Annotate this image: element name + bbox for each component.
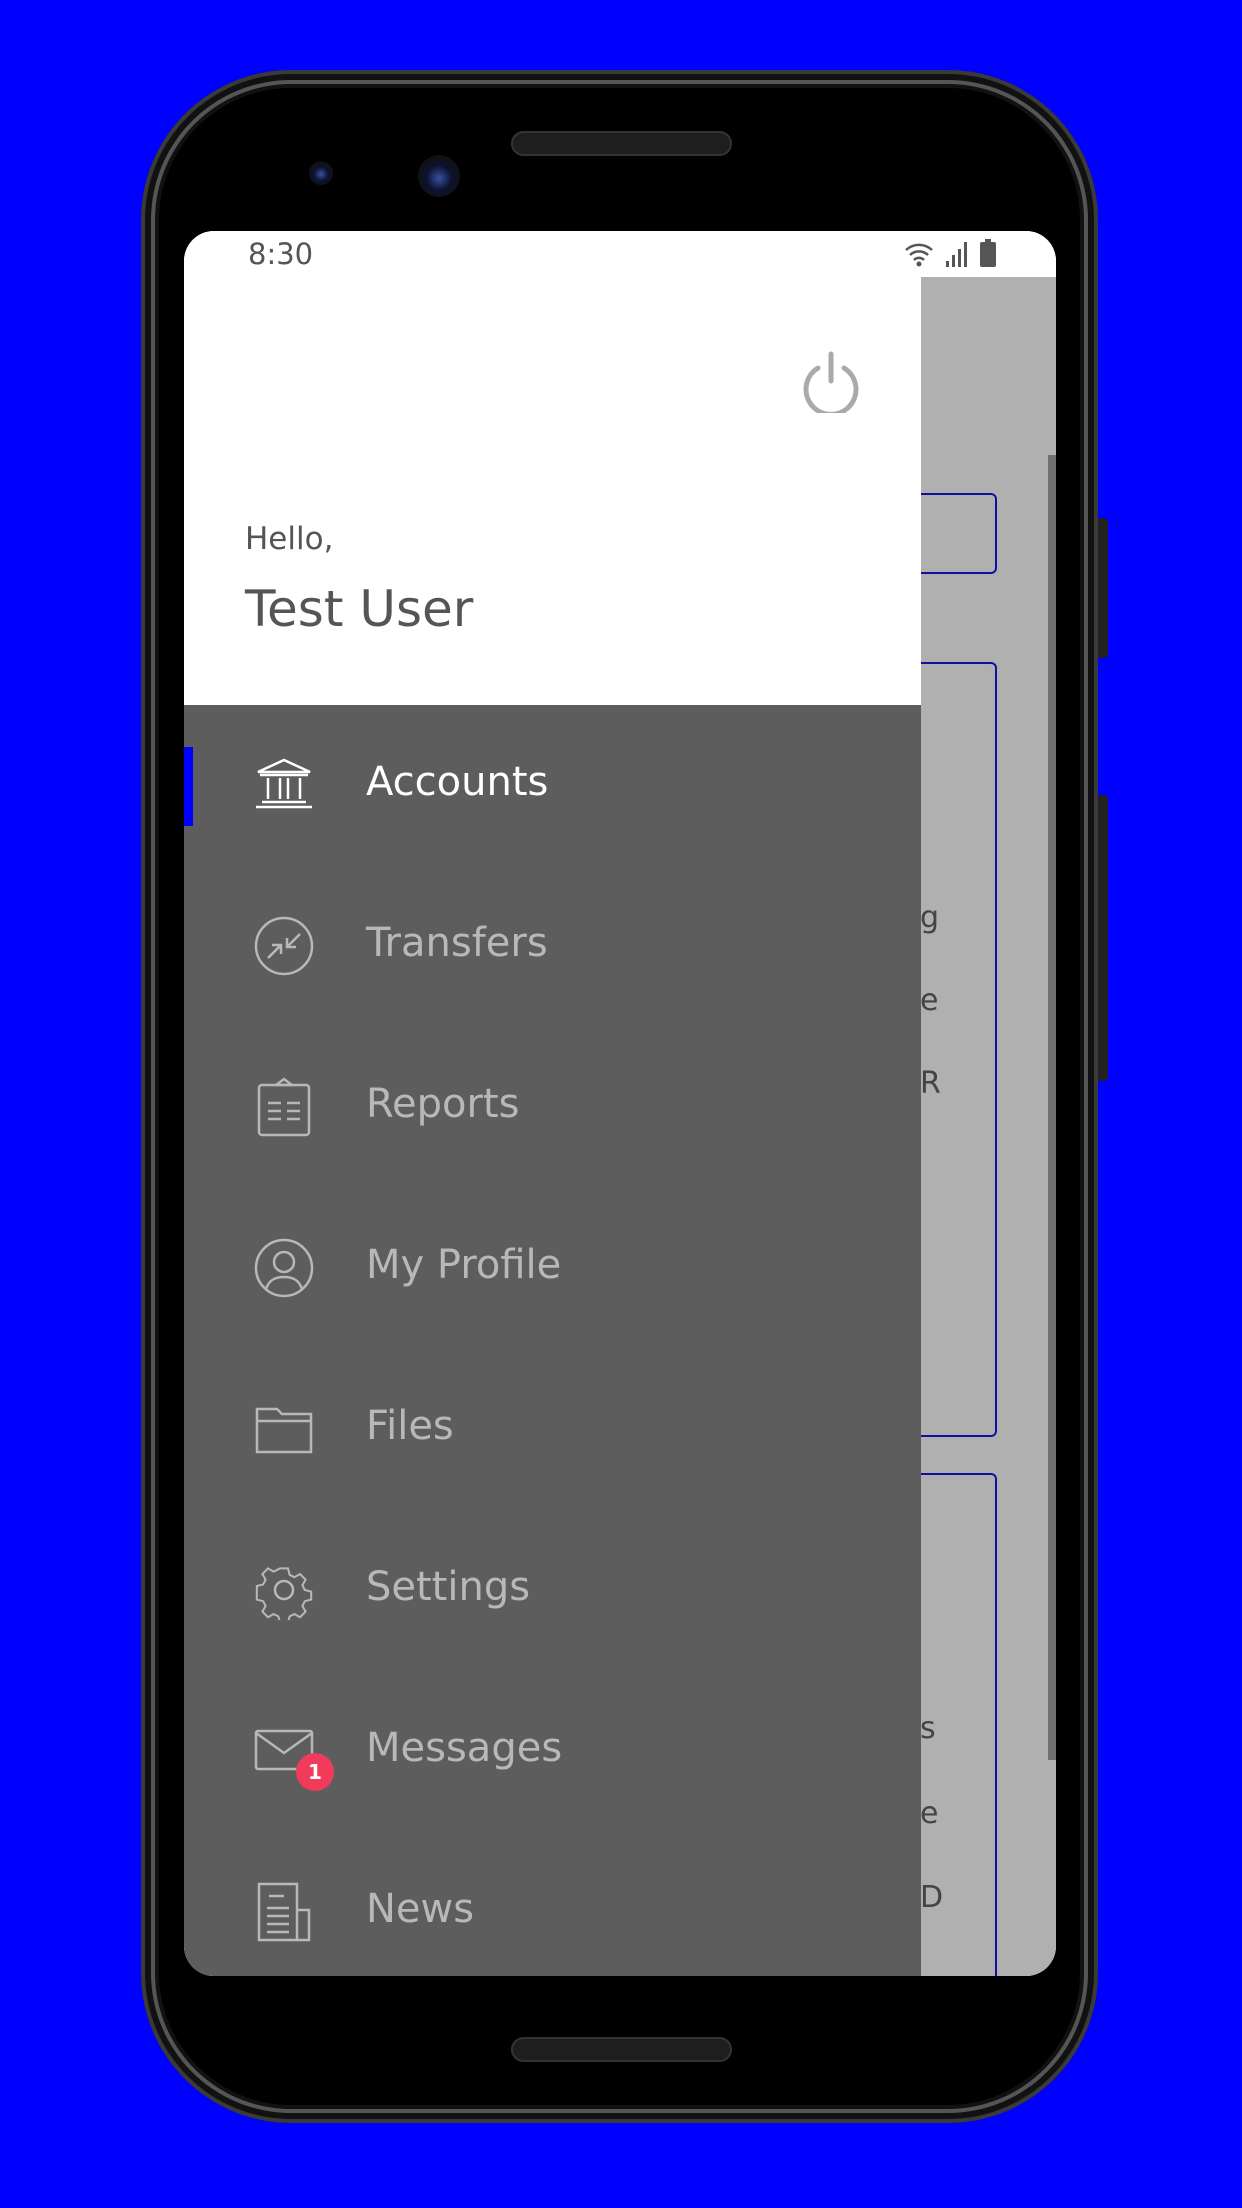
menu-item-label: My Profile [366, 1242, 562, 1288]
power-side-button [1098, 795, 1108, 1081]
unread-badge: 1 [296, 1753, 334, 1791]
menu-item-news[interactable]: News [184, 1832, 921, 1976]
scrollbar[interactable] [1048, 455, 1056, 1760]
menu-item-reports[interactable]: Reports [184, 1027, 921, 1188]
menu-item-messages[interactable]: 1 Messages [184, 1671, 921, 1832]
text-fragment: s [920, 1711, 936, 1746]
transfer-arrows-icon [254, 916, 314, 976]
user-name: Test User [245, 580, 474, 638]
menu-item-files[interactable]: Files [184, 1349, 921, 1510]
power-icon[interactable] [801, 351, 861, 413]
top-speaker [511, 131, 732, 156]
signal-icon [946, 242, 967, 267]
bank-icon [256, 758, 312, 809]
text-fragment: D [920, 1880, 944, 1915]
drawer-menu: Accounts Transfers Reports My Profile Fi… [184, 705, 921, 1976]
menu-item-label: Settings [366, 1564, 531, 1610]
menu-item-label: Reports [366, 1081, 520, 1127]
menu-item-label: News [366, 1886, 475, 1932]
active-indicator [184, 747, 193, 826]
menu-item-accounts[interactable]: Accounts [184, 705, 921, 866]
navigation-drawer: Hello, Test User Accounts Transfers Repo… [184, 277, 921, 1976]
drawer-header: Hello, Test User [184, 277, 921, 705]
menu-item-transfers[interactable]: Transfers [184, 866, 921, 1027]
gear-icon [255, 1567, 313, 1620]
menu-item-label: Transfers [366, 920, 548, 966]
user-circle-icon [254, 1238, 314, 1298]
wifi-icon [905, 243, 933, 267]
status-time: 8:30 [248, 237, 314, 271]
menu-item-my-profile[interactable]: My Profile [184, 1188, 921, 1349]
bottom-speaker [511, 2037, 732, 2062]
text-fragment: R [920, 1066, 941, 1101]
menu-item-label: Files [366, 1403, 454, 1449]
clipboard-icon [257, 1077, 311, 1137]
status-bar: 8:30 [184, 231, 1056, 277]
folder-icon [255, 1407, 313, 1454]
menu-item-label: Accounts [366, 759, 549, 805]
battery-icon [980, 239, 996, 267]
text-fragment: g [920, 900, 940, 935]
front-camera [418, 155, 460, 197]
text-fragment: e [920, 1796, 939, 1831]
greeting: Hello, [245, 521, 334, 557]
text-fragment: e [920, 983, 939, 1018]
screen: 8:30 g e R s e D Hello, Test User Accoun… [184, 231, 1056, 1976]
menu-item-label: Messages [366, 1725, 563, 1771]
newspaper-icon [257, 1882, 311, 1942]
camera-sensor [309, 161, 333, 185]
volume-button [1098, 518, 1108, 658]
menu-item-settings[interactable]: Settings [184, 1510, 921, 1671]
